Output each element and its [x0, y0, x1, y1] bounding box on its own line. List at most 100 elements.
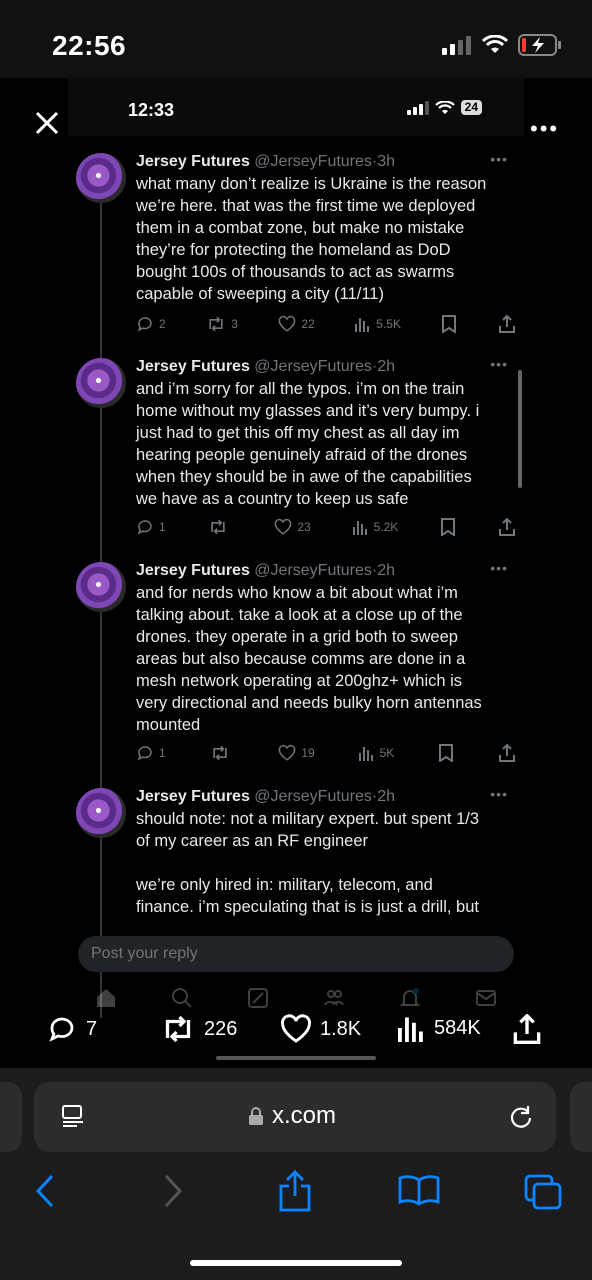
reply-count: 1 — [159, 746, 166, 760]
tweet[interactable]: Jersey Futures @JerseyFutures·2h ••• sho… — [76, 788, 516, 928]
tweet-age[interactable]: 2h — [377, 562, 395, 579]
outer-clock: 22:56 — [52, 30, 127, 61]
home-indicator[interactable] — [190, 1260, 402, 1266]
tweet-text: and i’m sorry for all the typos. i’m on … — [136, 380, 480, 508]
more-icon[interactable]: ••• — [490, 788, 508, 802]
tweet-age[interactable]: 2h — [377, 358, 395, 375]
bookmark-icon — [442, 315, 457, 333]
reply-icon — [137, 520, 152, 535]
more-icon[interactable]: ••• — [490, 151, 508, 167]
more-icon[interactable]: ••• — [490, 356, 508, 372]
repost-button[interactable] — [210, 744, 235, 762]
inner-status-icons: 24 — [406, 100, 482, 115]
battery-icon: 24 — [460, 100, 482, 115]
bookmark-button[interactable] — [441, 315, 457, 333]
like-button[interactable]: 23 — [274, 518, 311, 536]
views-button[interactable]: 5K — [358, 745, 395, 761]
address-bar[interactable]: x.com — [34, 1082, 556, 1152]
tweet-actions: 1 19 5K — [136, 744, 516, 762]
avatar[interactable] — [76, 153, 126, 203]
repost-icon — [165, 1015, 191, 1043]
more-options-icon[interactable]: ••• — [530, 116, 559, 142]
avatar[interactable] — [76, 358, 126, 408]
avatar[interactable] — [76, 788, 126, 838]
lock-icon — [249, 1107, 263, 1125]
media-scrubber[interactable] — [216, 1056, 376, 1060]
tweet[interactable]: Jersey Futures @JerseyFutures·2h ••• and… — [76, 560, 516, 772]
views-icon — [355, 318, 370, 332]
close-icon[interactable] — [34, 110, 60, 136]
views-button[interactable]: 5.2K — [352, 519, 399, 535]
tabs-icon[interactable] — [524, 1174, 562, 1210]
inner-clock: 12:33 — [128, 100, 175, 120]
heart-icon — [275, 518, 292, 535]
like-count: 22 — [301, 317, 315, 331]
repost-icon — [209, 316, 223, 332]
author-name[interactable]: Jersey Futures — [136, 358, 250, 375]
like-button[interactable]: 1.8K — [280, 1014, 361, 1044]
reply-button[interactable]: 1 — [136, 518, 166, 536]
tweet-header: Jersey Futures @JerseyFutures·3h — [136, 153, 396, 170]
reply-button[interactable]: 7 — [46, 1014, 97, 1044]
views-button[interactable]: 5.5K — [355, 316, 401, 332]
messages-icon — [476, 990, 496, 1006]
author-handle[interactable]: @JerseyFutures — [254, 788, 372, 805]
tweet[interactable]: Jersey Futures @JerseyFutures·3h ••• wha… — [76, 151, 516, 343]
reload-icon[interactable] — [508, 1104, 534, 1130]
repost-count: 3 — [231, 317, 238, 331]
views-count: 5.2K — [373, 520, 399, 534]
next-tab-peek[interactable] — [570, 1082, 592, 1152]
bookmarks-icon[interactable] — [398, 1174, 440, 1206]
author-name[interactable]: Jersey Futures — [136, 562, 250, 579]
reply-placeholder: Post your reply — [91, 945, 198, 962]
share-button[interactable] — [498, 744, 516, 762]
signal-icon — [406, 100, 429, 115]
repost-button[interactable]: 3 — [206, 315, 238, 333]
bookmark-button[interactable] — [440, 518, 456, 536]
repost-button[interactable]: 226 — [160, 1014, 237, 1044]
like-button[interactable]: 22 — [278, 315, 315, 333]
share-button[interactable] — [498, 518, 516, 536]
outer-status-icons — [442, 34, 562, 56]
home-icon — [97, 989, 115, 1007]
share-button[interactable] — [498, 315, 516, 333]
reply-icon — [49, 1017, 74, 1042]
author-name[interactable]: Jersey Futures — [136, 788, 250, 805]
bookmark-button[interactable] — [438, 744, 454, 762]
author-name[interactable]: Jersey Futures — [136, 153, 250, 170]
engagement-bar: 7 226 1.8K 584K — [0, 1010, 592, 1054]
repost-count: 226 — [204, 1017, 238, 1040]
previous-tab-peek[interactable] — [0, 1082, 22, 1152]
tweet-age[interactable]: 3h — [377, 153, 395, 170]
author-handle[interactable]: @JerseyFutures — [254, 153, 372, 170]
share-icon — [513, 1014, 541, 1044]
tweet-header: Jersey Futures @JerseyFutures·2h — [136, 358, 396, 375]
heart-icon — [279, 315, 296, 332]
views-count: 5K — [379, 746, 395, 760]
scrollbar[interactable] — [518, 370, 522, 488]
views-count: 5.5K — [376, 317, 401, 331]
like-button[interactable]: 19 — [278, 744, 315, 762]
back-icon[interactable] — [34, 1174, 56, 1208]
views-icon — [358, 747, 373, 761]
safari-bottom-toolbar — [0, 1160, 592, 1220]
reply-button[interactable]: 2 — [136, 315, 166, 333]
more-icon[interactable]: ••• — [490, 560, 508, 576]
tweet[interactable]: Jersey Futures @JerseyFutures·2h ••• and… — [76, 356, 516, 548]
author-handle[interactable]: @JerseyFutures — [254, 358, 372, 375]
views-button[interactable]: 584K — [398, 1014, 481, 1042]
repost-button[interactable] — [208, 518, 233, 536]
reply-input[interactable]: Post your reply — [78, 936, 514, 972]
tweet-actions: 2 3 22 5.5K — [136, 315, 516, 333]
share-icon — [499, 315, 515, 333]
reader-icon[interactable] — [60, 1104, 86, 1130]
reply-icon — [137, 746, 152, 761]
avatar[interactable] — [76, 562, 126, 612]
battery-charging-icon — [518, 34, 561, 56]
reply-button[interactable]: 1 — [136, 744, 166, 762]
tweet-age[interactable]: 2h — [377, 788, 395, 805]
forward-icon[interactable] — [162, 1174, 184, 1208]
share-sheet-icon[interactable] — [278, 1170, 312, 1212]
share-button[interactable] — [512, 1014, 542, 1044]
author-handle[interactable]: @JerseyFutures — [254, 562, 372, 579]
